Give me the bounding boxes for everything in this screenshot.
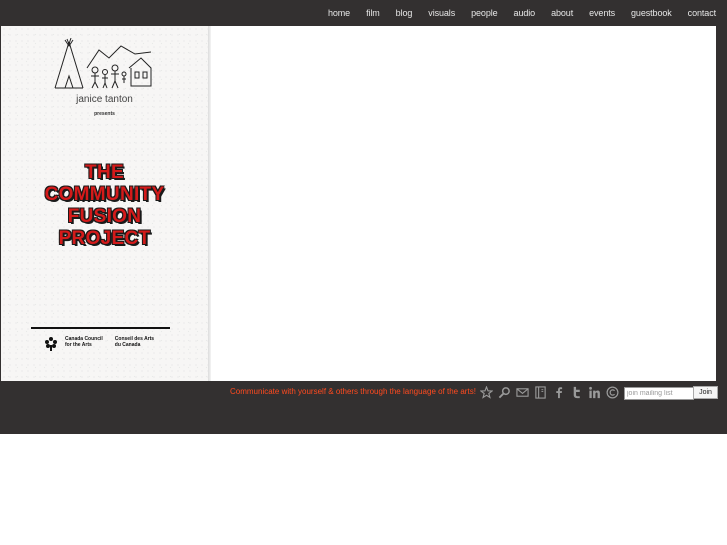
nav-events[interactable]: events xyxy=(589,8,615,18)
copyright-icon[interactable] xyxy=(606,386,619,399)
panel-divider xyxy=(208,26,211,381)
star-icon[interactable] xyxy=(479,385,494,399)
council-fr-line: du Canada xyxy=(114,342,141,348)
nav-blog[interactable]: blog xyxy=(396,8,413,18)
council-emblem-icon xyxy=(45,337,57,351)
nav-home[interactable]: home xyxy=(328,8,350,18)
title-line: FUSION xyxy=(67,206,142,227)
social-icons xyxy=(479,385,619,399)
artist-name: janice tanton xyxy=(76,94,133,105)
nav-film[interactable]: film xyxy=(366,8,380,18)
nav-audio[interactable]: audio xyxy=(514,8,536,18)
title-line: COMMUNITY xyxy=(44,184,165,205)
council-en-line: for the Arts xyxy=(65,342,92,348)
mail-icon[interactable] xyxy=(516,386,529,399)
top-nav: home film blog visuals people audio abou… xyxy=(312,0,716,26)
twitter-icon[interactable] xyxy=(570,386,583,399)
content-panel: janice tanton presents THE COMMUNITY FUS… xyxy=(1,26,716,381)
linkedin-icon[interactable] xyxy=(588,386,601,399)
footer-message: Communicate with yourself & others throu… xyxy=(230,387,476,396)
presents-label: presents xyxy=(94,111,115,117)
search-icon[interactable] xyxy=(498,386,511,399)
nav-guestbook[interactable]: guestbook xyxy=(631,8,672,18)
nav-visuals[interactable]: visuals xyxy=(428,8,455,18)
mailing-list-input[interactable] xyxy=(624,387,694,400)
facebook-icon[interactable] xyxy=(552,386,565,399)
poster-panel: janice tanton presents THE COMMUNITY FUS… xyxy=(1,26,208,381)
nav-people[interactable]: people xyxy=(471,8,498,18)
teepee-family-drawing xyxy=(54,38,152,89)
project-title: THE COMMUNITY FUSION PROJECT xyxy=(1,162,208,250)
canada-council-logo: Canada Council for the Arts Conseil des … xyxy=(43,336,154,352)
bookmark-icon[interactable] xyxy=(534,386,547,399)
nav-contact[interactable]: contact xyxy=(688,8,716,18)
title-line: PROJECT xyxy=(58,228,151,249)
join-button[interactable]: Join xyxy=(693,386,718,399)
title-line: THE xyxy=(85,162,124,183)
nav-about[interactable]: about xyxy=(551,8,573,18)
council-rule xyxy=(31,327,170,329)
